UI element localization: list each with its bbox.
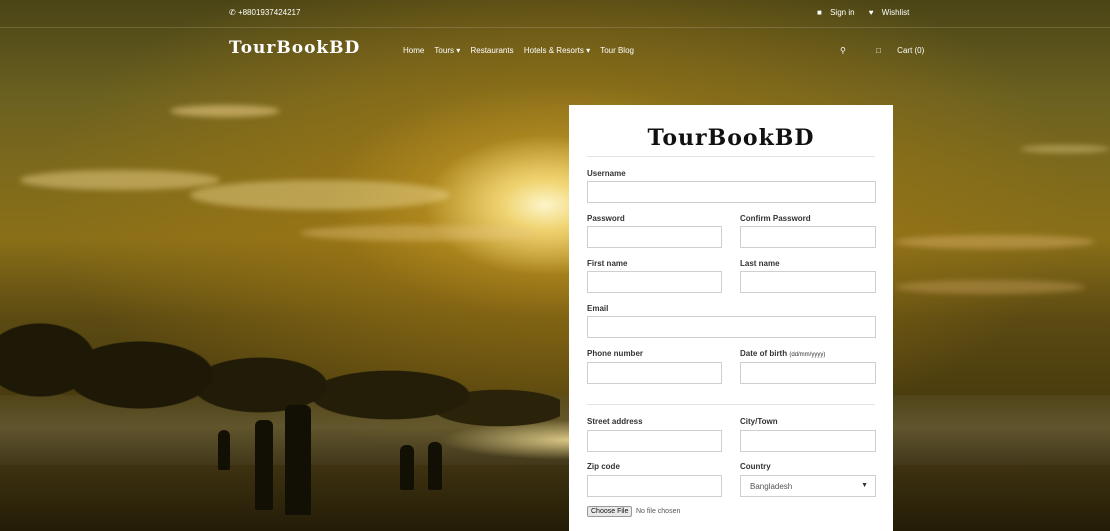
email-label: Email [587,304,609,313]
username-label: Username [587,169,626,178]
confirm-password-input[interactable] [740,226,876,248]
person-silhouette [428,442,442,490]
cloud [20,170,220,190]
cloud [1020,145,1110,153]
zip-input[interactable] [587,475,722,497]
nav-tour-blog[interactable]: Tour Blog [600,46,634,55]
person-silhouette [400,445,414,490]
cart-icon: □ [876,46,881,55]
nav-hotels-resorts[interactable]: Hotels & Resorts ▾ [524,46,590,55]
wishlist-link[interactable]: ♥ Wishlist [869,8,916,17]
nav-restaurants[interactable]: Restaurants [470,46,513,55]
choose-file-button[interactable]: Choose File [587,506,633,517]
main-menu: Home Tours ▾ Restaurants Hotels & Resort… [403,46,642,55]
phone-label: Phone number [587,349,644,358]
password-label: Password [587,214,625,223]
zip-label: Zip code [587,462,620,471]
first-name-label: First name [587,259,628,268]
registration-form: TourBookBD Username Password Confirm Pas… [569,105,893,531]
sign-in-link[interactable]: ■ Sign in [817,8,861,17]
divider [587,156,875,157]
email-input[interactable] [587,316,876,338]
city-label: City/Town [740,417,778,426]
site-logo[interactable]: TourBookBD [229,38,360,58]
form-title: TourBookBD [647,125,815,151]
account-links: ■ Sign in ♥ Wishlist [817,8,921,17]
heart-icon: ♥ [868,8,874,17]
nav-right: ⚲ □ Cart (0) [826,46,924,55]
search-icon[interactable]: ⚲ [840,46,846,55]
beach [0,465,1110,531]
phone-number[interactable]: ✆ +8801937424217 [229,8,300,17]
person-silhouette [255,420,273,510]
cloud [300,225,540,241]
dob-hint: (dd/mm/yyyy) [789,352,826,358]
person-silhouette [218,430,230,470]
street-label: Street address [587,417,643,426]
cart-link[interactable]: □ Cart (0) [862,46,924,55]
caret-down-icon: ▼ [861,482,868,489]
last-name-label: Last name [740,259,780,268]
street-input[interactable] [587,430,722,452]
phone-icon: ✆ [229,8,236,17]
cloud [895,235,1095,249]
file-status: No file chosen [636,508,681,515]
dob-input[interactable] [740,362,876,384]
cloud [170,105,280,117]
password-input[interactable] [587,226,722,248]
cloud [895,280,1085,294]
first-name-input[interactable] [587,271,722,293]
phone-input[interactable] [587,362,722,384]
user-icon: ■ [817,8,822,17]
last-name-input[interactable] [740,271,876,293]
cloud [190,180,450,210]
country-select[interactable]: Bangladesh ▼ [740,475,876,497]
top-bar [0,0,1110,28]
username-input[interactable] [587,181,876,203]
treeline [0,300,560,430]
dob-label: Date of birth (dd/mm/yyyy) [740,349,826,358]
divider [587,404,875,405]
confirm-password-label: Confirm Password [740,214,811,223]
country-label: Country [740,462,771,471]
nav-home[interactable]: Home [403,46,424,55]
person-silhouette [285,405,311,515]
city-input[interactable] [740,430,876,452]
nav-tours[interactable]: Tours ▾ [434,46,460,55]
